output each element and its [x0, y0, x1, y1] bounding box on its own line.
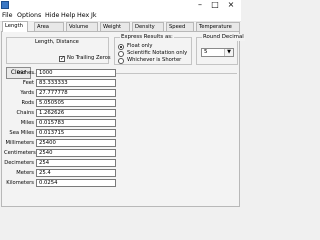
menu-hex[interactable]: Hex [77, 12, 89, 20]
inches-input[interactable]: 1000 [36, 69, 116, 77]
whichever-shorter-label: Whichever is Shorter [127, 57, 182, 63]
title-bar: – □ × [0, 0, 241, 11]
scientific-notation-radio[interactable] [118, 51, 124, 57]
round-decimal-label: Round Decimal [202, 34, 245, 41]
tab-area[interactable]: Area [34, 22, 64, 31]
meters-input[interactable]: 25.4 [36, 169, 116, 177]
tab-weight[interactable]: Weight [100, 22, 130, 31]
miles-label: Miles [20, 120, 34, 126]
express-results-group: Express Results as: Float only Scientifi… [114, 34, 192, 65]
menu-options[interactable]: Options [17, 12, 41, 20]
float-only-label: Float only [127, 43, 153, 49]
float-only-radio[interactable] [118, 44, 124, 50]
centimeters-input[interactable]: 2540 [36, 149, 116, 157]
scientific-notation-label: Scientific Notation only [127, 50, 188, 56]
tab-speed[interactable]: Speed [166, 22, 194, 31]
miles-input[interactable]: 0.015783 [36, 119, 116, 127]
chevron-down-icon: ▼ [224, 49, 233, 56]
rods-label: Rods [21, 100, 34, 106]
sea-miles-input[interactable]: 0.013715 [36, 129, 116, 137]
round-decimal-group: Round Decimal 5 ▼ [196, 34, 245, 65]
close-button[interactable]: × [224, 0, 238, 10]
round-decimal-value: 5 [204, 49, 208, 55]
yards-label: Yards [20, 90, 34, 96]
menu-help[interactable]: Help [61, 12, 75, 20]
maximize-button[interactable]: □ [208, 0, 222, 10]
rods-input[interactable]: 5.050505 [36, 99, 116, 107]
centimeters-label: Centimeters [4, 150, 36, 156]
decimeters-input[interactable]: 254 [36, 159, 116, 167]
no-trailing-zeros-label: No Trailing Zeros [67, 55, 111, 61]
kilometers-input[interactable]: 0.0254 [36, 179, 116, 187]
inches-label: Inches [17, 70, 34, 76]
meters-label: Meters [16, 170, 34, 176]
yards-input[interactable]: 27.777778 [36, 89, 116, 97]
unit-type-label: Length, Distance [35, 39, 79, 45]
express-results-label: Express Results as: [120, 34, 174, 41]
feet-input[interactable]: 83.333333 [36, 79, 116, 87]
feet-label: Feet [22, 80, 34, 86]
app-icon [1, 1, 9, 9]
length-panel: Length, Distance ✓ No Trailing Zeros Exp… [1, 31, 245, 207]
chains-input[interactable]: 1.262626 [36, 109, 116, 117]
unit-type-group: Length, Distance ✓ No Trailing Zeros [6, 37, 111, 64]
menu-file[interactable]: File [2, 12, 13, 20]
tab-length[interactable]: Length [2, 21, 28, 32]
menu-jk[interactable]: Jk [91, 12, 97, 20]
kilometers-label: Kilometers [6, 180, 34, 186]
whichever-shorter-radio[interactable] [118, 58, 124, 64]
round-decimal-select[interactable]: 5 ▼ [201, 48, 234, 57]
tab-volume[interactable]: Volume [66, 22, 98, 31]
minimize-button[interactable]: – [193, 0, 207, 10]
menu-hide[interactable]: Hide [45, 12, 59, 20]
tab-density[interactable]: Density [132, 22, 164, 31]
no-trailing-zeros-checkbox[interactable]: ✓ [59, 56, 65, 62]
millimeters-label: Millimeters [5, 140, 34, 146]
millimeters-input[interactable]: 25400 [36, 139, 116, 147]
sea-miles-label: Sea Miles [9, 130, 34, 136]
chains-label: Chains [16, 110, 34, 116]
decimeters-label: Decimeters [4, 160, 34, 166]
tab-temperature[interactable]: Temperature [196, 22, 240, 31]
